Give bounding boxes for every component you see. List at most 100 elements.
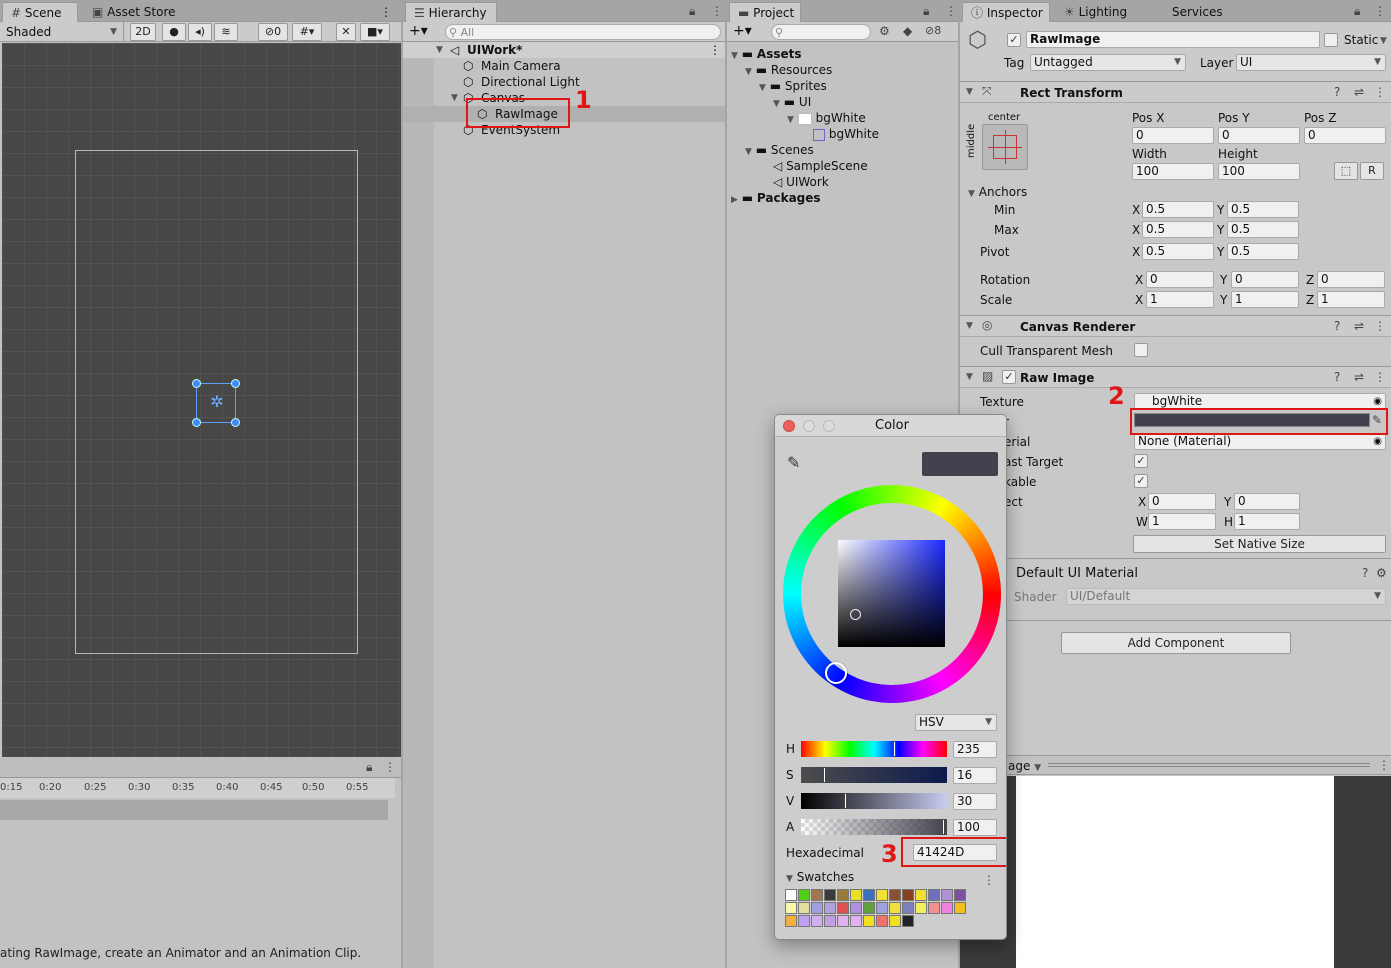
timeline-track[interactable]	[0, 800, 388, 820]
active-checkbox[interactable]: ✓	[1007, 33, 1021, 47]
color-swatch[interactable]	[850, 889, 862, 901]
swatches-label[interactable]: ▼ Swatches	[786, 869, 854, 887]
hue-wheel[interactable]	[783, 485, 1001, 703]
pos-x-field[interactable]: 0	[1132, 127, 1214, 144]
uv-w-field[interactable]: 1	[1148, 513, 1216, 530]
kebab-menu-icon[interactable]: ⋮	[380, 2, 392, 22]
static-label[interactable]: Static	[1344, 32, 1378, 48]
timeline-ruler[interactable]: 0:15 0:20 0:25 0:30 0:35 0:40 0:45 0:50 …	[0, 778, 395, 798]
raw-edit-button[interactable]: R	[1360, 162, 1384, 180]
scale-z-field[interactable]: 1	[1317, 291, 1385, 308]
layer-dropdown[interactable]: UI ▼	[1236, 54, 1386, 71]
hue-handle[interactable]	[825, 662, 847, 684]
scale-x-field[interactable]: 1	[1146, 291, 1214, 308]
shading-dropdown[interactable]: Shaded ▼	[0, 22, 124, 42]
tree-expand-icon[interactable]: ▼	[451, 90, 458, 106]
canvas-renderer-header[interactable]: ▼ ◎ Canvas Renderer ? ⇌ ⋮	[960, 315, 1391, 337]
pivot-x-field[interactable]: 0.5	[1142, 243, 1214, 260]
list-item[interactable]: ⬡ Directional Light	[403, 74, 725, 90]
s-slider[interactable]	[801, 767, 947, 783]
kebab-menu-icon[interactable]: ⋮	[709, 42, 721, 58]
gizmo-handle[interactable]	[231, 418, 240, 427]
gizmo-handle[interactable]	[231, 379, 240, 388]
color-swatch[interactable]	[928, 889, 940, 901]
slider-thumb[interactable]	[844, 793, 847, 809]
color-swatch[interactable]	[876, 889, 888, 901]
fold-icon[interactable]: ▼	[966, 87, 973, 97]
color-swatch[interactable]	[889, 889, 901, 901]
slider-thumb[interactable]	[823, 767, 826, 783]
close-icon[interactable]	[783, 420, 795, 432]
rotation-z-field[interactable]: 0	[1317, 271, 1385, 288]
sv-square[interactable]	[838, 540, 945, 647]
list-item[interactable]: ⬡ Main Camera	[403, 58, 725, 74]
color-swatch[interactable]	[837, 915, 849, 927]
color-swatch[interactable]	[915, 902, 927, 914]
pos-z-field[interactable]: 0	[1304, 127, 1386, 144]
rotation-x-field[interactable]: 0	[1146, 271, 1214, 288]
pos-y-field[interactable]: 0	[1218, 127, 1300, 144]
tab-services[interactable]: Services	[1164, 2, 1231, 22]
lock-icon[interactable]: 🔒︎	[366, 760, 372, 775]
help-icon[interactable]: ?	[1334, 319, 1340, 333]
color-swatch[interactable]	[876, 902, 888, 914]
gizmo-handle[interactable]	[192, 418, 201, 427]
anchor-max-x-field[interactable]: 0.5	[1142, 221, 1214, 238]
grid-toggle-icon[interactable]: #▾	[292, 23, 322, 41]
height-field[interactable]: 100	[1218, 163, 1300, 180]
camera-icon[interactable]: ■▾	[360, 23, 390, 41]
material-field[interactable]: None (Material) ◉	[1134, 433, 1386, 450]
raw-image-enabled-checkbox[interactable]: ✓	[1002, 370, 1016, 384]
minimize-icon[interactable]	[803, 420, 815, 432]
rect-transform-header[interactable]: ▼ ⤧ Rect Transform ? ⇌ ⋮	[960, 81, 1391, 103]
maskable-checkbox[interactable]: ✓	[1134, 474, 1148, 488]
color-swatch[interactable]	[928, 902, 940, 914]
add-button[interactable]: +▾	[733, 23, 752, 39]
v-value-field[interactable]: 30	[953, 793, 997, 810]
h-slider[interactable]	[801, 741, 947, 757]
kebab-menu-icon[interactable]: ⋮	[1374, 370, 1386, 384]
color-swatch[interactable]	[811, 889, 823, 901]
light-toggle-icon[interactable]: ●	[162, 23, 186, 41]
color-swatch[interactable]	[863, 889, 875, 901]
hierarchy-search-input[interactable]: ⚲ All	[445, 24, 721, 40]
mode-2d-button[interactable]: 2D	[130, 23, 156, 41]
tag-dropdown[interactable]: Untagged ▼	[1030, 54, 1186, 71]
color-swatch[interactable]	[811, 915, 823, 927]
raw-image-header[interactable]: ▼ ▨ ✓ Raw Image ? ⇌ ⋮	[960, 366, 1391, 388]
rawimage-gizmo[interactable]: ✲	[192, 379, 240, 427]
color-swatch[interactable]	[798, 915, 810, 927]
preset-icon[interactable]: ⇌	[1354, 85, 1364, 99]
tab-lighting[interactable]: ☀ Lighting	[1056, 2, 1135, 22]
cull-checkbox[interactable]	[1134, 343, 1148, 357]
color-swatch[interactable]	[785, 889, 797, 901]
static-checkbox[interactable]	[1324, 33, 1338, 47]
color-swatch[interactable]	[850, 915, 862, 927]
anchor-max-y-field[interactable]: 0.5	[1227, 221, 1299, 238]
color-swatch[interactable]	[863, 902, 875, 914]
anchor-presets-button[interactable]	[982, 124, 1028, 170]
set-native-size-button[interactable]: Set Native Size	[1133, 535, 1386, 553]
color-swatch[interactable]	[785, 902, 797, 914]
s-value-field[interactable]: 16	[953, 767, 997, 784]
audio-toggle-icon[interactable]: ◂)	[188, 23, 212, 41]
help-icon[interactable]: ?	[1334, 85, 1340, 99]
preset-icon[interactable]: ⇌	[1354, 319, 1364, 333]
tab-inspector[interactable]: ⓘ Inspector	[962, 2, 1050, 22]
help-icon[interactable]: ?	[1334, 370, 1340, 384]
kebab-menu-icon[interactable]: ⋮	[384, 760, 396, 774]
tree-item[interactable]: ▶ ▬ Packages	[731, 190, 821, 208]
color-swatch[interactable]	[941, 902, 953, 914]
filter-icon[interactable]: ⚙	[879, 24, 890, 38]
tree-item[interactable]: ◁ UIWork	[773, 174, 829, 190]
uv-x-field[interactable]: 0	[1148, 493, 1216, 510]
gizmo-handle[interactable]	[192, 379, 201, 388]
kebab-menu-icon[interactable]: ⋮	[1378, 758, 1390, 772]
hierarchy-scene-row[interactable]: ▼ ◁ UIWork* ⋮	[403, 42, 725, 58]
color-swatch[interactable]	[824, 902, 836, 914]
hidden-packages-icon[interactable]: ⊘8	[925, 24, 941, 37]
blueprint-mode-button[interactable]: ⬚	[1334, 162, 1358, 180]
color-swatch[interactable]	[902, 915, 914, 927]
fold-icon[interactable]: ▼	[966, 372, 973, 382]
chevron-down-icon[interactable]: ▼	[1380, 36, 1387, 46]
